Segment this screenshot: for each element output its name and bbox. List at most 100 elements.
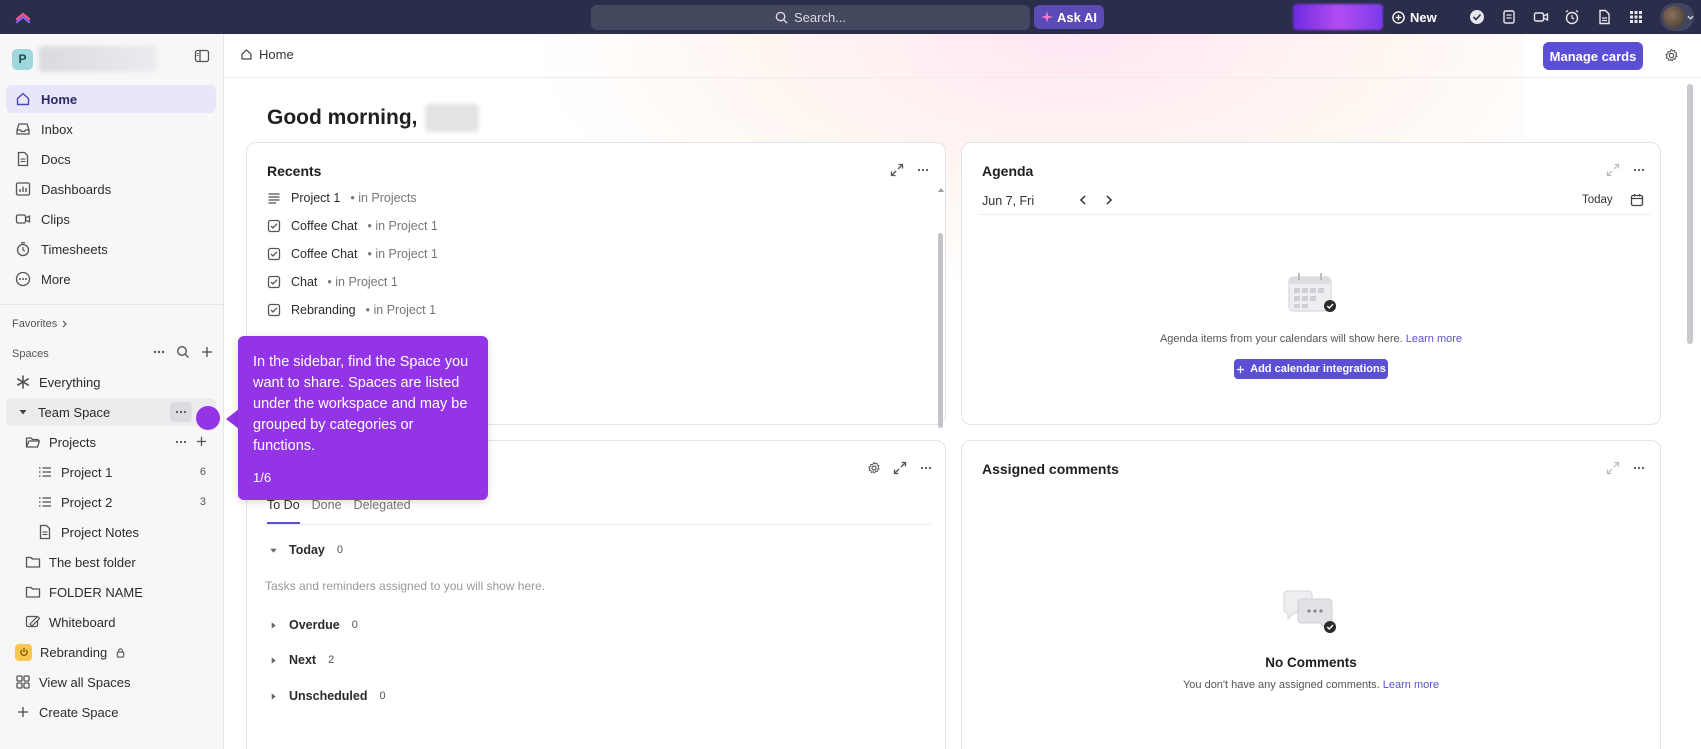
sidebar-collapse-icon[interactable] [194,48,210,64]
group-today[interactable]: Today 0 [269,543,343,557]
favorites-header[interactable]: Favorites [12,318,68,330]
folder-folder-name[interactable]: FOLDER NAME [25,578,215,606]
more-horizontal-icon[interactable] [919,461,933,475]
plus-icon[interactable] [200,345,214,359]
search-icon [775,11,788,24]
sidebar-item-inbox[interactable]: Inbox [6,115,216,143]
add-calendar-integrations-button[interactable]: Add calendar integrations [1234,359,1388,379]
doc-project-notes[interactable]: Project Notes [37,518,206,546]
check-circle-icon[interactable] [1469,9,1485,25]
list-item[interactable]: Coffee Chat • in Project 1 [267,244,438,264]
expand-icon[interactable] [893,461,907,475]
group-overdue[interactable]: Overdue 0 [269,618,358,632]
gear-icon[interactable] [867,461,881,475]
agenda-card: Agenda Jun 7, Fri Today Agenda items fro… [961,142,1661,425]
more-horizontal-icon[interactable] [170,432,192,452]
caret-right-icon [269,692,279,701]
workspace-switcher[interactable]: P [12,46,157,72]
document-icon[interactable] [1596,9,1612,25]
space-everything[interactable]: Everything [15,368,215,396]
list-item[interactable]: Chat • in Project 1 [267,272,398,292]
expand-icon[interactable] [1606,461,1620,475]
group-label: Unscheduled [289,689,368,703]
sidebar-item-docs[interactable]: Docs [6,145,216,173]
space-team-space[interactable]: Team Space [6,398,216,426]
group-count: 0 [336,544,344,556]
group-unscheduled[interactable]: Unscheduled 0 [269,689,386,703]
tab-to-do[interactable]: To Do [267,498,300,524]
list-project-1[interactable]: Project 1 6 [37,458,206,486]
list-item[interactable]: Project 1 • in Projects [267,188,417,208]
expand-icon[interactable] [890,163,904,177]
recents-scrollbar[interactable] [938,233,943,428]
learn-more-link[interactable]: Learn more [1406,333,1462,345]
greeting-text: Good morning, [267,106,418,129]
create-space[interactable]: Create Space [15,698,215,726]
user-avatar-menu[interactable] [1660,3,1694,31]
breadcrumb[interactable]: Home [240,47,294,62]
favorites-label: Favorites [12,318,58,330]
ask-ai-button[interactable]: Ask AI [1034,5,1104,29]
more-horizontal-icon[interactable] [170,402,192,422]
alarm-icon[interactable] [1564,9,1580,25]
list-project-2[interactable]: Project 2 3 [37,488,206,516]
tree-label: Everything [39,374,101,390]
no-comments-message: You don't have any assigned comments. Le… [962,679,1660,691]
upgrade-banner[interactable] [1293,4,1383,30]
sidebar-item-dashboards[interactable]: Dashboards [6,175,216,203]
more-horizontal-icon[interactable] [1632,163,1646,177]
recent-name: Project 1 [291,191,341,205]
apps-grid-icon[interactable] [1628,9,1644,25]
search-bar[interactable]: Search... [591,5,1030,30]
calendar-icon[interactable] [1630,193,1644,207]
sidebar-item-more[interactable]: More [6,265,216,293]
chat-bubbles-icon [1282,589,1338,635]
card-title: Recents [267,163,322,179]
tour-hotspot[interactable] [196,406,220,430]
chevron-left-icon[interactable] [1077,193,1089,207]
today-button[interactable]: Today [1582,194,1613,206]
more-horizontal-icon[interactable] [1632,461,1646,475]
list-item[interactable]: Rebranding • in Project 1 [267,300,436,320]
more-horizontal-icon[interactable] [916,163,930,177]
folder-projects[interactable]: Projects [25,428,215,456]
new-button[interactable]: New [1392,6,1437,28]
tab-done[interactable]: Done [312,498,342,524]
group-count: 2 [328,654,335,666]
folder-icon [25,584,41,600]
space-rebranding[interactable]: Rebranding [15,638,215,666]
folder-the-best-folder[interactable]: The best folder [25,548,215,576]
sidebar-item-clips[interactable]: Clips [6,205,216,233]
top-bar: Search... Ask AI New [0,0,1701,34]
view-all-spaces[interactable]: View all Spaces [15,668,215,696]
notepad-icon[interactable] [1501,9,1517,25]
task-icon [267,247,281,261]
tour-tooltip[interactable]: In the sidebar, find the Space you want … [238,336,488,500]
whiteboard-item[interactable]: Whiteboard [25,608,215,636]
page-scrollbar[interactable] [1687,84,1693,344]
expand-icon[interactable] [1606,163,1620,177]
plus-icon[interactable] [195,435,208,448]
search-icon[interactable] [176,345,190,359]
manage-cards-button[interactable]: Manage cards [1543,42,1643,70]
learn-more-link[interactable]: Learn more [1383,679,1439,691]
tab-delegated[interactable]: Delegated [354,498,411,524]
group-count: 0 [351,619,358,631]
group-next[interactable]: Next 2 [269,653,334,667]
search-placeholder: Search... [793,10,847,25]
task-icon [267,275,281,289]
scroll-up-arrow-icon[interactable] [938,187,944,192]
recent-location: • in Project 1 [365,303,437,317]
list-item[interactable]: Coffee Chat • in Project 1 [267,216,438,236]
app-logo-icon[interactable] [14,8,32,26]
more-horizontal-icon[interactable] [152,345,166,359]
whiteboard-icon [25,614,41,630]
caret-down-icon [18,407,28,417]
sidebar-item-home[interactable]: Home [6,85,216,113]
video-icon[interactable] [1533,9,1549,25]
tasks-empty-message: Tasks and reminders assigned to you will… [265,579,546,593]
gear-icon[interactable] [1664,48,1679,63]
header-divider [224,77,1701,78]
chevron-right-icon[interactable] [1103,193,1115,207]
sidebar-item-timesheets[interactable]: Timesheets [6,235,216,263]
